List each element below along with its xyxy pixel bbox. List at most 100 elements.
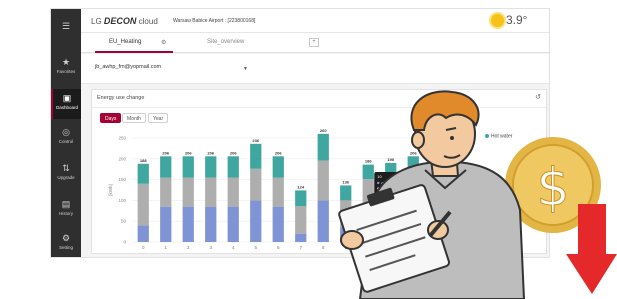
x-tick-label: 9 <box>344 245 347 250</box>
x-tick-label: 2 <box>187 245 190 250</box>
bar-segment <box>272 156 284 178</box>
hamburger-icon: ☰ <box>61 21 71 31</box>
active-tab-indicator <box>95 51 173 53</box>
tooltip-line: HEAT : 29 <box>381 186 400 191</box>
tooltip-line: COOL : 64 <box>381 181 401 186</box>
bar-segment <box>295 233 307 242</box>
data-label: 206 <box>230 150 237 155</box>
tab-bar: EU_Heating ⚙ Site_overview + <box>81 33 549 53</box>
sidebar-item-upgrade[interactable]: ⇅ Upgrade <box>51 159 81 189</box>
y-tick-label: 200 <box>118 156 126 161</box>
app-window: ☰ ★ Favorites ▣ Dashboard ◎ Control ⇅ Up… <box>50 8 550 258</box>
temperature-readout: 3.9° <box>506 13 528 27</box>
bar-segment <box>250 143 262 169</box>
bar-segment <box>295 206 307 234</box>
data-label: 260 <box>320 128 327 133</box>
energy-chart: 0 50 100 150 200 250 [kWh] 188 0 206 1 206 2 206 3 206 4… <box>108 128 513 250</box>
arrow-down-icon <box>566 204 617 294</box>
x-tick-label: 8 <box>322 245 325 250</box>
star-icon: ★ <box>61 57 71 67</box>
sidebar-item-control[interactable]: ◎ Control <box>51 123 81 153</box>
x-tick-label: 5 <box>254 245 257 250</box>
bar-segment <box>272 206 284 242</box>
bar-segment <box>137 163 149 184</box>
bar-segment <box>160 156 172 178</box>
data-label: 206 <box>410 150 417 155</box>
bar-segment <box>385 212 397 242</box>
bar-segment <box>182 156 194 178</box>
bar-segment <box>317 133 329 161</box>
top-bar: LG DECON cloud Warsaw Babice Airport : [… <box>81 9 549 33</box>
sidebar-item-label: Favorites <box>56 69 76 74</box>
legend-marker <box>485 134 489 138</box>
account-select[interactable]: jb_awhp_fm@yopmail.com <box>95 64 215 76</box>
stage: ☰ ★ Favorites ▣ Dashboard ◎ Control ⇅ Up… <box>0 0 617 299</box>
data-label: 206 <box>275 150 282 155</box>
bar-segment <box>227 156 239 178</box>
bar-segment <box>407 208 419 242</box>
data-label: 206 <box>207 150 214 155</box>
bar-segment <box>430 153 442 175</box>
y-tick-label: 0 <box>123 240 126 245</box>
bar-segment <box>182 206 194 242</box>
gear-icon: ⚙ <box>61 233 71 243</box>
x-tick-label: 1 <box>164 245 167 250</box>
legend-label: Hot water <box>491 134 513 140</box>
bar-segment <box>250 168 262 201</box>
sidebar-item-favorites[interactable]: ★ Favorites <box>51 53 81 83</box>
tooltip-marker <box>377 187 380 190</box>
tooltip-marker <box>377 192 380 196</box>
y-tick-label: 150 <box>118 177 126 182</box>
caret-down-icon[interactable]: ▼ <box>243 66 248 72</box>
data-label: 212 <box>432 148 439 153</box>
x-tick-label: 0 <box>142 245 145 250</box>
sidebar-item-history[interactable]: ▤ History <box>51 195 81 225</box>
sidebar-item-dashboard[interactable]: ▣ Dashboard <box>51 89 81 119</box>
brand-logo[interactable]: LG DECON cloud <box>91 16 158 26</box>
bar-segment <box>227 206 239 242</box>
tooltip-marker <box>377 181 380 185</box>
tab-site-overview[interactable]: Site_overview <box>207 39 244 45</box>
x-tick-label: 11 <box>388 245 393 250</box>
data-label: 236 <box>252 138 259 143</box>
x-tick-label: 7 <box>299 245 302 250</box>
bar-segment <box>362 179 374 215</box>
energy-panel: Energy use change ↺ Days Month Year 0 50 1… <box>91 89 547 254</box>
data-label: 186 <box>365 159 372 164</box>
data-label: 188 <box>140 158 147 163</box>
bar-segment <box>205 206 217 242</box>
bar-segment <box>205 177 217 207</box>
sidebar: ☰ ★ Favorites ▣ Dashboard ◎ Control ⇅ Up… <box>51 9 81 257</box>
y-tick-label: 50 <box>121 219 127 224</box>
bar-segment <box>362 164 374 180</box>
bar-segment <box>430 208 442 242</box>
x-tick-label: 13 <box>433 245 439 250</box>
x-tick-label: 12 <box>411 245 417 250</box>
sidebar-item-menu[interactable]: ☰ <box>51 17 81 47</box>
bar-segment <box>317 160 329 201</box>
sidebar-item-label: Upgrade <box>57 175 75 180</box>
brand-suffix: cloud <box>138 17 158 26</box>
data-label: 206 <box>162 150 169 155</box>
site-name: Warsaw Babice Airport : [223800168] <box>173 18 256 24</box>
data-label: 136 <box>342 179 349 184</box>
y-tick-label: 250 <box>118 136 126 141</box>
y-tick-label: 100 <box>118 198 126 203</box>
tab-eu-heating[interactable]: EU_Heating <box>109 39 141 45</box>
bar-segment <box>430 174 442 209</box>
sidebar-item-label: History <box>58 211 73 216</box>
sidebar-item-setting[interactable]: ⚙ Setting <box>51 229 81 257</box>
x-tick-label: 3 <box>209 245 212 250</box>
bar-segment <box>227 177 239 207</box>
x-tick-label: 10 <box>366 245 372 250</box>
bar-segment <box>295 190 307 207</box>
add-tab-button[interactable]: + <box>309 38 319 47</box>
control-icon: ◎ <box>62 127 70 137</box>
sun-icon <box>491 14 504 27</box>
bar-segment <box>250 200 262 242</box>
sidebar-item-label: Control <box>58 139 74 144</box>
x-tick-label: 6 <box>277 245 280 250</box>
tooltip-title: 10 <box>377 174 382 179</box>
bar-segment <box>137 183 149 226</box>
settings-icon[interactable]: ⚙ <box>161 39 166 46</box>
